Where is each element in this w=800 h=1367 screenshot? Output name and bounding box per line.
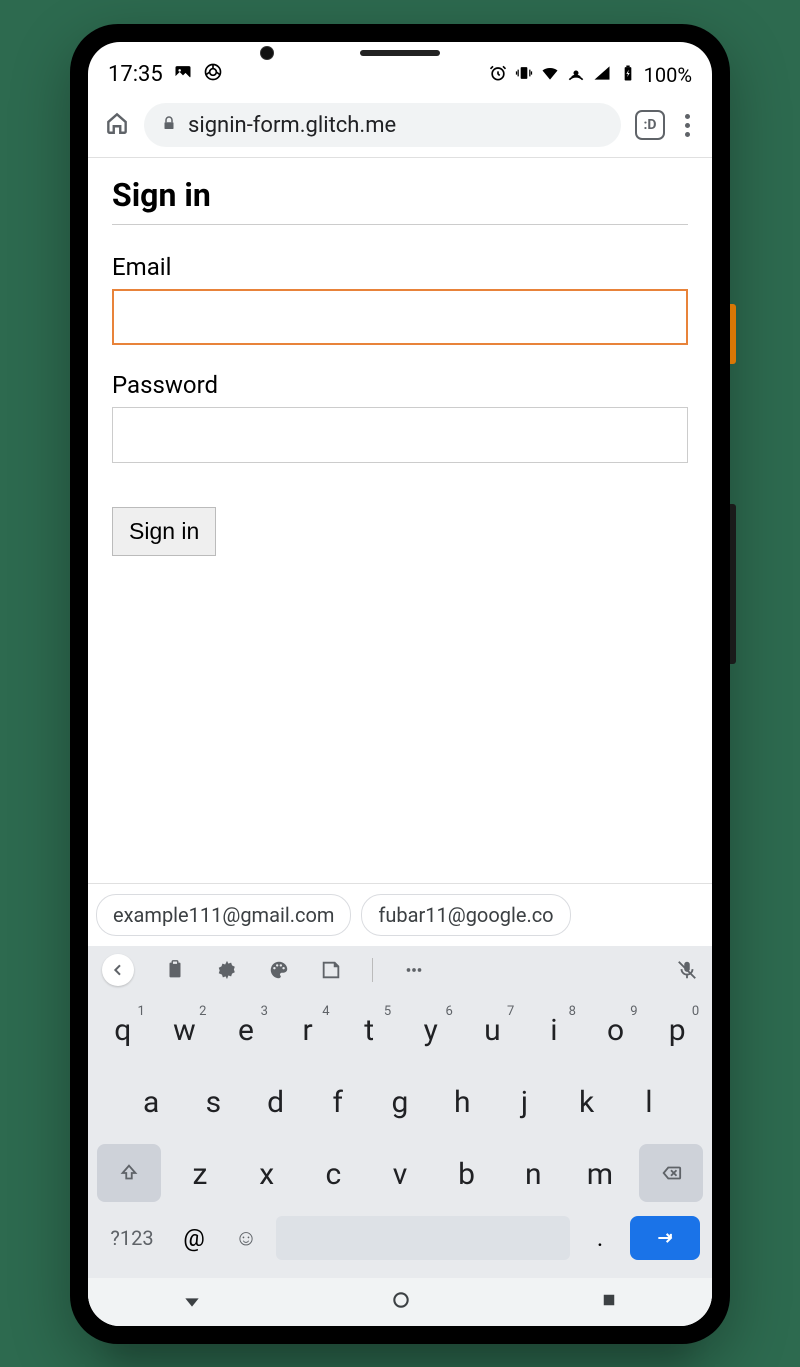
more-icon[interactable] bbox=[403, 959, 425, 981]
password-field[interactable] bbox=[112, 407, 688, 463]
phone-power-button bbox=[730, 304, 736, 364]
battery-percent: 100% bbox=[644, 63, 692, 87]
menu-button[interactable] bbox=[679, 108, 696, 143]
key-j[interactable]: j bbox=[496, 1072, 552, 1134]
status-time: 17:35 bbox=[108, 62, 163, 87]
key-w[interactable]: w2 bbox=[156, 1000, 212, 1062]
nav-home-icon[interactable] bbox=[391, 1290, 411, 1314]
key-x[interactable]: x bbox=[239, 1144, 295, 1206]
autofill-suggestions: example111@gmail.com fubar11@google.co bbox=[88, 883, 712, 946]
image-icon bbox=[173, 62, 193, 88]
key-l[interactable]: l bbox=[621, 1072, 677, 1134]
lock-icon bbox=[160, 113, 178, 138]
phone-camera bbox=[260, 46, 274, 60]
keyboard-row-1: q1 w2 e3 r4 t5 y6 u7 i8 o9 p0 bbox=[92, 1000, 708, 1062]
key-b[interactable]: b bbox=[439, 1144, 495, 1206]
key-h[interactable]: h bbox=[434, 1072, 490, 1134]
emoji-key[interactable]: ☺ bbox=[224, 1225, 268, 1251]
key-i[interactable]: i8 bbox=[526, 1000, 582, 1062]
suggestion-chip[interactable]: fubar11@google.co bbox=[361, 894, 570, 936]
period-key[interactable]: . bbox=[578, 1224, 622, 1252]
battery-icon bbox=[618, 63, 638, 88]
at-key[interactable]: @ bbox=[172, 1224, 216, 1252]
signal-icon bbox=[592, 63, 612, 88]
key-z[interactable]: z bbox=[172, 1144, 228, 1206]
key-n[interactable]: n bbox=[505, 1144, 561, 1206]
backspace-key[interactable] bbox=[639, 1144, 703, 1202]
key-f[interactable]: f bbox=[310, 1072, 366, 1134]
key-e[interactable]: e3 bbox=[218, 1000, 274, 1062]
suggestion-chip[interactable]: example111@gmail.com bbox=[96, 894, 351, 936]
page-title: Sign in bbox=[112, 176, 688, 225]
key-o[interactable]: o9 bbox=[588, 1000, 644, 1062]
key-g[interactable]: g bbox=[372, 1072, 428, 1134]
tabs-button[interactable]: :D bbox=[635, 110, 665, 140]
android-nav-bar bbox=[88, 1278, 712, 1326]
home-icon[interactable] bbox=[104, 110, 130, 140]
mic-off-icon[interactable] bbox=[676, 959, 698, 981]
screen: 17:35 100% signin-form.glitch.me :D bbox=[88, 42, 712, 1326]
nav-back-icon[interactable] bbox=[182, 1290, 202, 1314]
alarm-icon bbox=[488, 63, 508, 88]
shift-key[interactable] bbox=[97, 1144, 161, 1202]
browser-toolbar: signin-form.glitch.me :D bbox=[88, 94, 712, 158]
page-content: Sign in Email Password Sign in bbox=[88, 158, 712, 883]
url-bar[interactable]: signin-form.glitch.me bbox=[144, 103, 621, 147]
key-k[interactable]: k bbox=[559, 1072, 615, 1134]
email-field[interactable] bbox=[112, 289, 688, 345]
keyboard: q1 w2 e3 r4 t5 y6 u7 i8 o9 p0 a s d f g bbox=[88, 946, 712, 1326]
url-text: signin-form.glitch.me bbox=[188, 113, 396, 138]
palette-icon[interactable] bbox=[268, 959, 290, 981]
key-c[interactable]: c bbox=[305, 1144, 361, 1206]
clipboard-icon[interactable] bbox=[164, 959, 186, 981]
phone-frame: 17:35 100% signin-form.glitch.me :D bbox=[70, 24, 730, 1344]
phone-volume-button bbox=[730, 504, 736, 664]
gear-icon[interactable] bbox=[216, 959, 238, 981]
signin-button[interactable]: Sign in bbox=[112, 507, 216, 556]
vibrate-icon bbox=[514, 63, 534, 88]
key-q[interactable]: q1 bbox=[95, 1000, 151, 1062]
wifi-icon bbox=[540, 63, 560, 88]
key-u[interactable]: u7 bbox=[464, 1000, 520, 1062]
key-v[interactable]: v bbox=[372, 1144, 428, 1206]
keyboard-row-4: ?123 @ ☺ . bbox=[92, 1216, 708, 1268]
symbols-key[interactable]: ?123 bbox=[100, 1226, 164, 1250]
keyboard-row-2: a s d f g h j k l bbox=[92, 1072, 708, 1134]
phone-speaker bbox=[360, 50, 440, 56]
hotspot-icon bbox=[566, 63, 586, 88]
key-m[interactable]: m bbox=[572, 1144, 628, 1206]
key-s[interactable]: s bbox=[185, 1072, 241, 1134]
key-t[interactable]: t5 bbox=[341, 1000, 397, 1062]
password-label: Password bbox=[112, 371, 688, 399]
key-d[interactable]: d bbox=[248, 1072, 304, 1134]
sticker-icon[interactable] bbox=[320, 959, 342, 981]
keyboard-toolbar bbox=[88, 946, 712, 994]
chrome-icon bbox=[203, 62, 223, 88]
key-p[interactable]: p0 bbox=[649, 1000, 705, 1062]
keyboard-collapse-button[interactable] bbox=[102, 954, 134, 986]
enter-key[interactable] bbox=[630, 1216, 700, 1260]
space-key[interactable] bbox=[276, 1216, 570, 1260]
key-a[interactable]: a bbox=[123, 1072, 179, 1134]
keyboard-row-3: z x c v b n m bbox=[92, 1144, 708, 1206]
key-r[interactable]: r4 bbox=[280, 1000, 336, 1062]
nav-recent-icon[interactable] bbox=[600, 1291, 618, 1313]
key-y[interactable]: y6 bbox=[403, 1000, 459, 1062]
email-label: Email bbox=[112, 253, 688, 281]
